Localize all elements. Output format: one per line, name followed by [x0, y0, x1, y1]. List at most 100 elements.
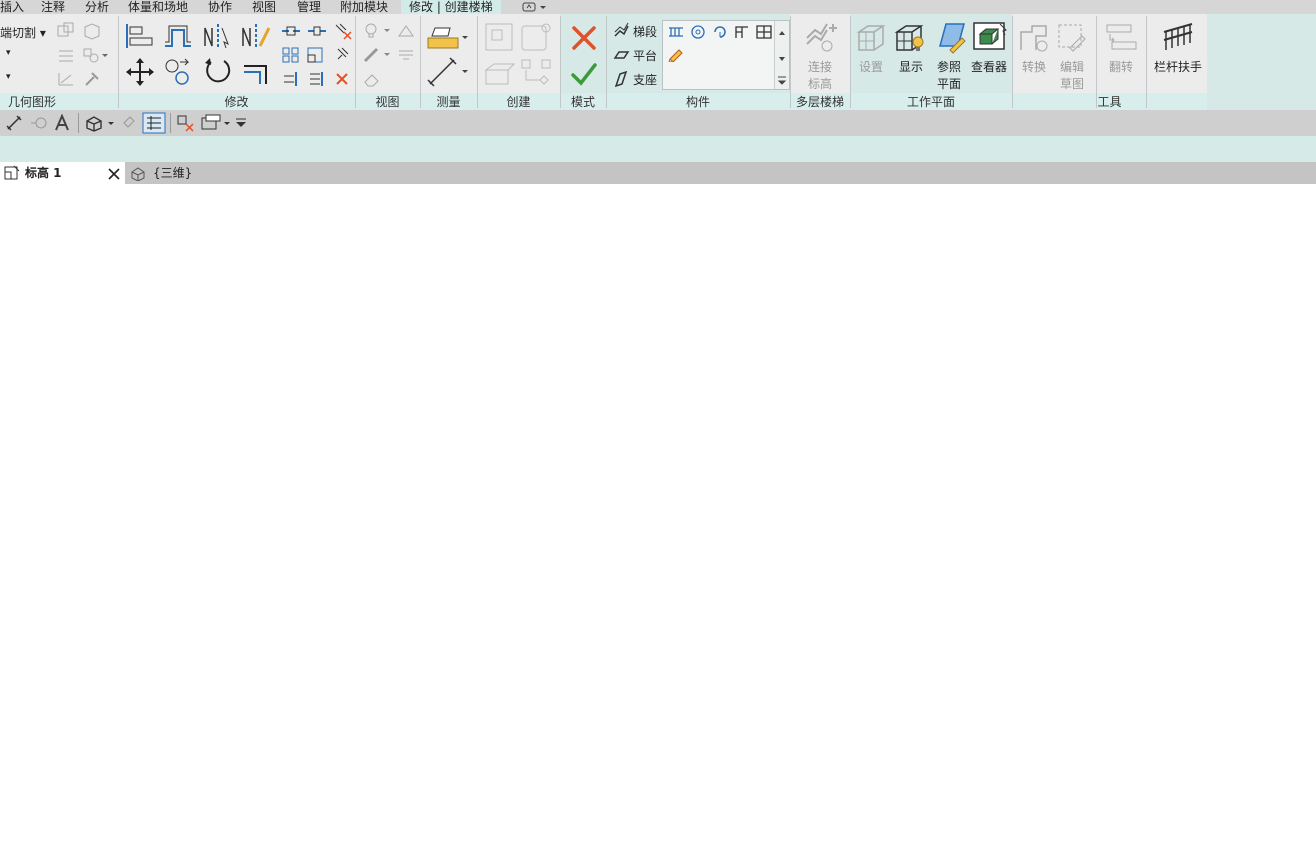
measure-between-references-icon[interactable] [426, 22, 472, 54]
doc-tab-level-1[interactable]: 标高 1 [0, 162, 125, 184]
straight-run-icon[interactable] [667, 24, 685, 40]
end-cut-button[interactable]: 端切割 ▾ [0, 24, 46, 41]
finish-edit-mode-icon[interactable] [570, 60, 598, 88]
paint-icon[interactable] [56, 70, 76, 88]
align-icon[interactable] [124, 22, 156, 50]
l-shape-winder-icon[interactable] [733, 24, 751, 40]
close-hidden-windows-icon[interactable] [176, 114, 196, 132]
component-gallery[interactable] [662, 20, 790, 90]
customize-toolbar-icon[interactable] [234, 114, 248, 132]
eraser-icon[interactable] [362, 70, 382, 88]
menu-tab-annotate[interactable]: 注释 [41, 0, 65, 14]
scale-icon[interactable] [306, 46, 328, 64]
trim-extend-single-icon[interactable] [280, 70, 302, 88]
convert-label: 转换 [1021, 60, 1046, 74]
section-icon[interactable] [120, 114, 138, 132]
menu-tab-insert[interactable]: 插入 [0, 0, 24, 14]
ribbon: 端切割 ▾ ▾ ▾ 几何图形 修改 视图 测量 创建 模式 梯段 平台 支座 构… [0, 14, 1316, 110]
panel-label-components: 构件 [685, 95, 710, 109]
offset-icon[interactable] [162, 22, 194, 50]
create-similar-icon[interactable] [520, 58, 552, 88]
reference-plane-icon[interactable] [932, 20, 966, 54]
linework-icon[interactable] [362, 46, 392, 64]
move-icon[interactable] [124, 56, 156, 88]
support-icon [614, 70, 628, 88]
create-parts-icon[interactable] [520, 22, 552, 52]
reference-plane-label-2: 平面 [936, 77, 961, 91]
view-graphics-icon[interactable] [396, 22, 416, 40]
dropdown-arrow-icon[interactable]: ▾ [6, 48, 11, 58]
switch-windows-icon[interactable] [200, 114, 234, 132]
split-element-icon[interactable] [280, 22, 302, 40]
convert-icon[interactable] [1018, 22, 1050, 54]
doc-tab-3d[interactable]: {三维} [126, 162, 216, 184]
split-face-icon[interactable] [56, 46, 76, 64]
menu-tab-collaborate[interactable]: 协作 [208, 0, 232, 14]
unpin-icon[interactable] [332, 22, 354, 40]
landing-label: 平台 [633, 49, 658, 63]
aligned-dimension-icon[interactable] [5, 114, 25, 132]
3d-view-icon [131, 167, 145, 181]
thin-lines-icon[interactable] [142, 112, 166, 134]
menu-tab-manage[interactable]: 管理 [297, 0, 321, 14]
menu-tab-massing[interactable]: 体量和场地 [128, 0, 188, 14]
demolish-hammer-icon[interactable] [82, 70, 102, 88]
wall-joins-icon[interactable] [82, 46, 110, 64]
menu-tab-view[interactable]: 视图 [252, 0, 276, 14]
join-geometry-icon[interactable] [82, 22, 102, 40]
create-group-icon[interactable] [484, 58, 516, 88]
measure-icon[interactable] [29, 114, 49, 132]
mirror-pick-axis-icon[interactable] [202, 22, 234, 50]
dropdown-arrow-icon[interactable]: ▾ [6, 72, 11, 82]
spiral-run-icon[interactable] [689, 24, 707, 40]
edit-sketch-icon[interactable] [1056, 22, 1088, 54]
edit-sketch-label-2: 草图 [1059, 77, 1084, 91]
set-workplane-label: 设置 [858, 60, 883, 74]
dimension-icon[interactable] [426, 56, 472, 88]
run-label: 梯段 [633, 25, 658, 39]
pin-icon[interactable] [332, 46, 354, 64]
override-icon[interactable] [396, 46, 416, 64]
separator [78, 113, 79, 133]
quick-access-toolbar [0, 110, 1316, 136]
split-with-gap-icon[interactable] [306, 22, 328, 40]
create-assembly-icon[interactable] [484, 22, 514, 52]
trim-extend-corner-icon[interactable] [240, 56, 272, 88]
text-icon[interactable] [53, 114, 73, 132]
doc-tab-label: 标高 1 [25, 166, 62, 180]
flip-label: 翻转 [1108, 60, 1133, 74]
center-ends-spiral-icon[interactable] [711, 24, 729, 40]
show-workplane-label: 显示 [898, 60, 923, 74]
panel-label-multistory: 多层楼梯 [795, 95, 844, 109]
create-sketch-icon[interactable] [667, 46, 685, 62]
support-label: 支座 [633, 73, 658, 87]
gallery-scrollbar[interactable] [774, 21, 789, 89]
close-icon[interactable] [108, 168, 120, 180]
hide-element-bulb-icon[interactable] [362, 22, 392, 40]
workplane-viewer-icon[interactable] [972, 20, 1008, 54]
set-workplane-icon[interactable] [856, 22, 886, 54]
panel-label-create: 创建 [506, 95, 531, 109]
drawing-canvas[interactable] [0, 184, 1316, 860]
menu-tab-addins[interactable]: 附加模块 [340, 0, 388, 14]
cancel-edit-mode-icon[interactable] [570, 24, 598, 52]
menu-tab-modify-create-stair[interactable]: 修改 | 创建楼梯 [401, 0, 501, 14]
rotate-icon[interactable] [202, 56, 234, 88]
edit-sketch-label-1: 编辑 [1059, 60, 1084, 74]
cope-icon[interactable] [56, 22, 76, 40]
3d-view-icon[interactable] [84, 114, 116, 132]
menu-tab-analyze[interactable]: 分析 [85, 0, 109, 14]
show-workplane-icon[interactable] [894, 22, 926, 54]
mirror-draw-axis-icon[interactable] [240, 22, 272, 50]
railing-icon[interactable] [1160, 20, 1196, 54]
delete-icon[interactable] [332, 70, 354, 88]
panel-label-workplane: 工作平面 [906, 95, 955, 109]
array-icon[interactable] [280, 46, 302, 64]
u-shape-winder-icon[interactable] [755, 24, 773, 40]
ribbon-toggle-icon[interactable] [522, 0, 548, 14]
trim-extend-multiple-icon[interactable] [306, 70, 328, 88]
flip-icon[interactable] [1104, 22, 1138, 54]
separator [170, 113, 171, 133]
connect-levels-icon[interactable] [803, 20, 839, 54]
copy-icon[interactable] [162, 56, 194, 88]
